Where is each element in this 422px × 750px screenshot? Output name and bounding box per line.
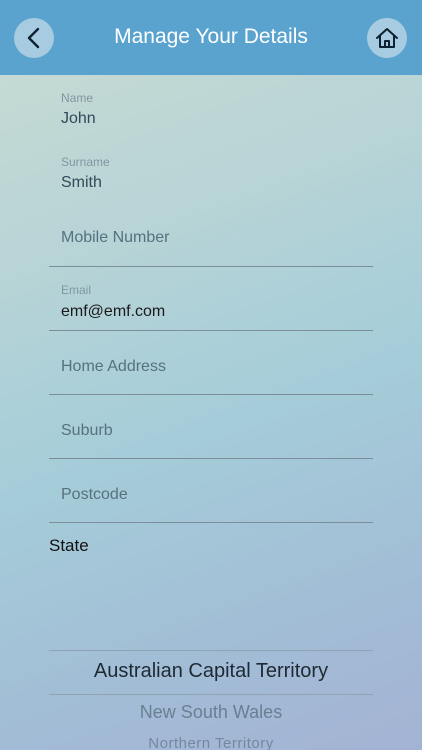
name-field[interactable]: Name John	[49, 88, 373, 138]
email-field[interactable]: Email emf@emf.com	[49, 269, 373, 331]
surname-field[interactable]: Surname Smith	[49, 152, 373, 202]
home-icon	[376, 28, 398, 48]
surname-value[interactable]: Smith	[61, 174, 102, 192]
name-label: Name	[61, 91, 94, 105]
suburb-field[interactable]: Suburb	[49, 397, 373, 459]
postcode-placeholder: Postcode	[61, 486, 128, 503]
suburb-placeholder: Suburb	[61, 422, 113, 439]
home-address-placeholder: Home Address	[61, 358, 166, 375]
picker-top-divider	[49, 650, 373, 651]
mobile-number-field[interactable]: Mobile Number	[49, 205, 373, 267]
surname-label: Surname	[61, 155, 110, 169]
home-address-underline	[49, 394, 373, 395]
postcode-field[interactable]: Postcode	[49, 461, 373, 523]
email-label: Email	[61, 283, 92, 297]
page-title: Manage Your Details	[114, 25, 308, 48]
email-underline	[49, 330, 373, 331]
email-value[interactable]: emf@emf.com	[61, 303, 165, 321]
suburb-underline	[49, 458, 373, 459]
home-address-field[interactable]: Home Address	[49, 333, 373, 395]
mobile-number-underline	[49, 266, 373, 267]
picker-option-selected[interactable]: Australian Capital Territory	[0, 660, 422, 683]
mobile-number-placeholder: Mobile Number	[61, 229, 170, 246]
postcode-underline	[49, 522, 373, 523]
home-button[interactable]	[367, 18, 407, 58]
picker-bottom-divider	[49, 694, 373, 695]
state-label: State	[49, 536, 89, 555]
picker-option[interactable]: Northern Territory	[0, 735, 422, 750]
name-value[interactable]: John	[61, 110, 96, 128]
picker-option[interactable]: New South Wales	[0, 702, 422, 723]
nav-bar: Manage Your Details	[0, 0, 422, 75]
